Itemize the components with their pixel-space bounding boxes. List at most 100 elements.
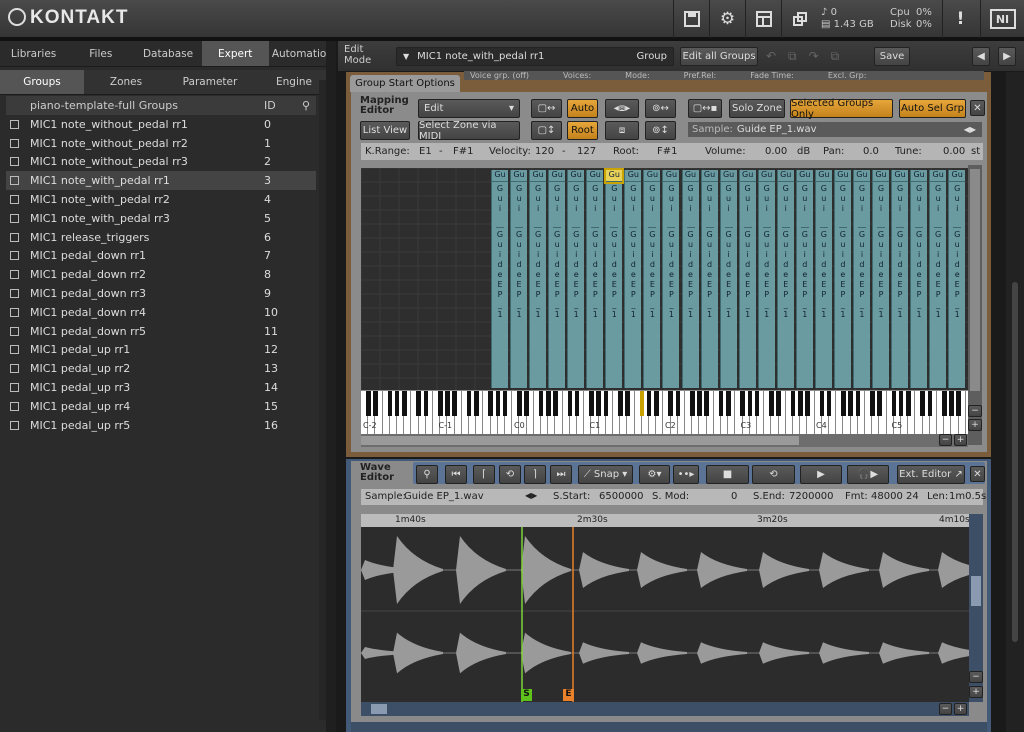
white-key[interactable] bbox=[779, 391, 786, 434]
wave-hscroll[interactable]: − + bbox=[361, 702, 969, 716]
white-key[interactable] bbox=[807, 391, 815, 434]
zone[interactable]: Gu G u iG u i d e E P _ 1 bbox=[814, 170, 832, 388]
wave-vzoom-out-icon[interactable]: − bbox=[969, 671, 983, 683]
group-row[interactable]: MIC1 pedal_down rr5 11 bbox=[6, 322, 316, 341]
zone[interactable]: Gu G u iG u i d e E P _ 1 bbox=[852, 170, 870, 388]
prev-next-icon[interactable]: ◀▶ bbox=[964, 125, 976, 134]
group-row[interactable]: MIC1 note_without_pedal rr2 1 bbox=[6, 134, 316, 153]
zone[interactable]: Gu G u iG u i d e E P _ 1 bbox=[833, 170, 851, 388]
zone[interactable]: Gu G u iG u i d e E P _ 1 bbox=[948, 170, 966, 388]
search-icon[interactable]: ⚲ bbox=[302, 99, 310, 112]
zone[interactable]: Gu G u iG u i d e E P _ 1 bbox=[776, 170, 794, 388]
batch-icon[interactable]: ▢↔▪ bbox=[688, 99, 722, 118]
white-key[interactable] bbox=[908, 391, 916, 434]
more-icon[interactable]: ••▸ bbox=[673, 465, 699, 484]
tab-parameter[interactable]: Parameter bbox=[168, 70, 252, 94]
groups-scrollbar[interactable] bbox=[319, 80, 326, 720]
group-row[interactable]: MIC1 pedal_up rr2 13 bbox=[6, 359, 316, 378]
group-row[interactable]: MIC1 note_with_pedal rr2 4 bbox=[6, 190, 316, 209]
mapping-hscroll[interactable]: − + bbox=[361, 434, 968, 447]
group-row[interactable]: MIC1 note_without_pedal rr3 2 bbox=[6, 153, 316, 172]
zone[interactable]: Gu G u iG u i d e E P _ 1 bbox=[872, 170, 889, 388]
zone[interactable]: Gu G u iG u i d e E P _ 1 bbox=[910, 170, 928, 388]
gear-icon[interactable]: ⚙ bbox=[709, 0, 745, 38]
zone[interactable]: Gu G u iG u i d e E P _ 1 bbox=[491, 170, 508, 388]
group-row[interactable]: MIC1 pedal_up rr1 12 bbox=[6, 341, 316, 360]
white-key[interactable] bbox=[577, 391, 585, 434]
group-checkbox[interactable] bbox=[10, 383, 19, 393]
group-checkbox[interactable] bbox=[10, 401, 19, 411]
root-button[interactable]: Root bbox=[567, 121, 598, 140]
list-view-button[interactable]: List View bbox=[360, 121, 410, 140]
loop-icon[interactable]: ⟲ bbox=[499, 465, 521, 484]
wave-zoom-in-icon[interactable]: + bbox=[954, 703, 967, 715]
group-checkbox[interactable] bbox=[10, 270, 19, 280]
group-checkbox[interactable] bbox=[10, 364, 19, 374]
select-zone-midi-button[interactable]: Select Zone via MIDI bbox=[418, 120, 520, 142]
main-scrollbar[interactable] bbox=[1006, 72, 1024, 732]
group-row[interactable]: MIC1 release_triggers 6 bbox=[6, 228, 316, 247]
tab-database[interactable]: Database bbox=[134, 41, 201, 66]
undo-redo-icons[interactable]: ↶⧉↷⧉ bbox=[766, 49, 851, 64]
white-key[interactable] bbox=[707, 391, 714, 434]
white-key[interactable] bbox=[728, 391, 736, 434]
loop-start-icon[interactable]: ⌈ bbox=[473, 465, 495, 484]
gear-dropdown-icon[interactable]: ⚙▾ bbox=[639, 465, 670, 484]
group-row[interactable]: MIC1 pedal_up rr4 15 bbox=[6, 397, 316, 416]
waveform-view[interactable] bbox=[361, 527, 969, 702]
layout-icon[interactable] bbox=[745, 0, 781, 38]
auto-spread-icon[interactable]: ▢↔ bbox=[531, 99, 562, 118]
loop-end-icon[interactable]: ⌉ bbox=[524, 465, 546, 484]
white-key[interactable] bbox=[959, 391, 966, 434]
group-row[interactable]: MIC1 pedal_down rr1 7 bbox=[6, 247, 316, 266]
magnify-icon[interactable]: ⚲ bbox=[416, 465, 438, 484]
play-icon[interactable]: ▶ bbox=[800, 465, 842, 484]
group-checkbox[interactable] bbox=[10, 326, 19, 336]
white-key[interactable] bbox=[930, 391, 937, 434]
zone[interactable]: Gu G u iG u i d e E P _ 1 bbox=[529, 170, 547, 388]
zone[interactable]: Gu G u iG u i d e E P _ 1 bbox=[586, 170, 604, 388]
zone[interactable]: Gu G u iG u i d e E P _ 1 bbox=[757, 170, 775, 388]
auto-sel-grp-button[interactable]: Auto Sel Grp bbox=[899, 99, 966, 118]
tab-group-start-options[interactable]: Group Start Options bbox=[350, 75, 460, 92]
solo-zone-button[interactable]: Solo Zone bbox=[729, 99, 785, 118]
move-zone-icon[interactable]: ◂⧈▸ bbox=[605, 99, 639, 118]
sample-nav-icon[interactable]: ◀▶ bbox=[525, 491, 537, 500]
zone[interactable]: Gu G u iG u i d e E P _ 1 bbox=[681, 170, 699, 388]
group-row[interactable]: MIC1 note_with_pedal rr3 5 bbox=[6, 209, 316, 228]
group-selector[interactable]: ▼ MIC1 note_with_pedal rr1 Group bbox=[396, 47, 674, 66]
zone[interactable]: Gu G u iG u i d e E P _ 1 bbox=[891, 170, 909, 388]
zone[interactable]: Gu G u iG u i d e E P _ 1 bbox=[624, 170, 642, 388]
panel-divider[interactable] bbox=[326, 41, 336, 732]
white-key[interactable] bbox=[829, 391, 837, 434]
white-key[interactable] bbox=[879, 391, 887, 434]
vzoom-in-icon[interactable]: + bbox=[968, 419, 982, 431]
zoom-out-icon[interactable]: − bbox=[939, 434, 952, 446]
zone[interactable]: Gu G u iG u i d e E P _ 1 bbox=[510, 170, 528, 388]
white-key[interactable] bbox=[555, 391, 563, 434]
close-icon[interactable]: ✕ bbox=[970, 100, 985, 116]
zone[interactable]: Gu G u iG u i d e E P _ 1 bbox=[929, 170, 947, 388]
tab-files[interactable]: Files bbox=[67, 41, 134, 66]
wave-close-icon[interactable]: ✕ bbox=[970, 466, 985, 482]
zone[interactable]: Gu G u iG u i d e E P _ 1 bbox=[700, 170, 718, 388]
zone[interactable]: Gu G u iG u i d e E P _ 1 bbox=[567, 170, 585, 388]
group-checkbox[interactable] bbox=[10, 157, 19, 167]
zone[interactable]: Gu G u iG u i d e E P _ 1 bbox=[662, 170, 680, 388]
zone[interactable]: Gu G u iG u i d e E P _ 1 bbox=[719, 170, 737, 388]
headphone-play-icon[interactable]: 🎧▶ bbox=[847, 465, 889, 484]
white-key[interactable] bbox=[426, 391, 433, 434]
group-checkbox[interactable] bbox=[10, 289, 19, 299]
white-key[interactable] bbox=[606, 391, 613, 434]
group-checkbox[interactable] bbox=[10, 251, 19, 261]
time-ruler[interactable]: 1m40s 2m30s 3m20s 4m10s bbox=[361, 514, 970, 527]
zoom-in-icon[interactable]: + bbox=[954, 434, 967, 446]
selected-groups-only-button[interactable]: Selected Groups Only bbox=[790, 98, 893, 120]
link-icon[interactable]: ⊚↔ bbox=[645, 99, 676, 118]
group-row[interactable]: MIC1 note_with_pedal rr1 3 bbox=[6, 171, 316, 191]
link-v-icon[interactable]: ⊚↕ bbox=[645, 121, 676, 140]
white-key[interactable] bbox=[858, 391, 865, 434]
end-marker[interactable]: E bbox=[563, 689, 574, 701]
keyboard[interactable]: C-2 C-1 C0 C1 C2 C3 C4 C5 bbox=[361, 391, 968, 434]
group-checkbox[interactable] bbox=[10, 345, 19, 355]
